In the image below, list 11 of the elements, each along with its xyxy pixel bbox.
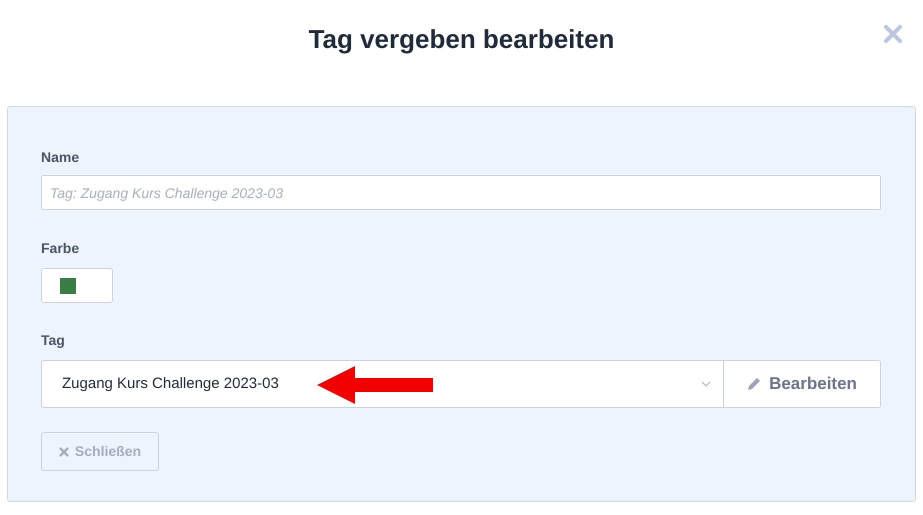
pencil-icon bbox=[747, 377, 762, 391]
field-label: Name bbox=[41, 148, 80, 167]
name-input-field[interactable]: Tag: Zugang Kurs Challenge 2023-03 bbox=[41, 175, 881, 210]
edit-button[interactable]: Bearbeiten bbox=[724, 360, 881, 408]
color-picker-button[interactable] bbox=[41, 268, 113, 303]
field-label: Farbe bbox=[41, 239, 80, 258]
dialog-title: Tag vergeben bearbeiten bbox=[308, 23, 614, 56]
close-icon bbox=[58, 446, 69, 456]
tag-select[interactable]: Zugang Kurs Challenge 2023-03 bbox=[41, 360, 724, 408]
chevron-down-icon bbox=[701, 381, 711, 387]
field-label: Tag bbox=[41, 331, 66, 350]
